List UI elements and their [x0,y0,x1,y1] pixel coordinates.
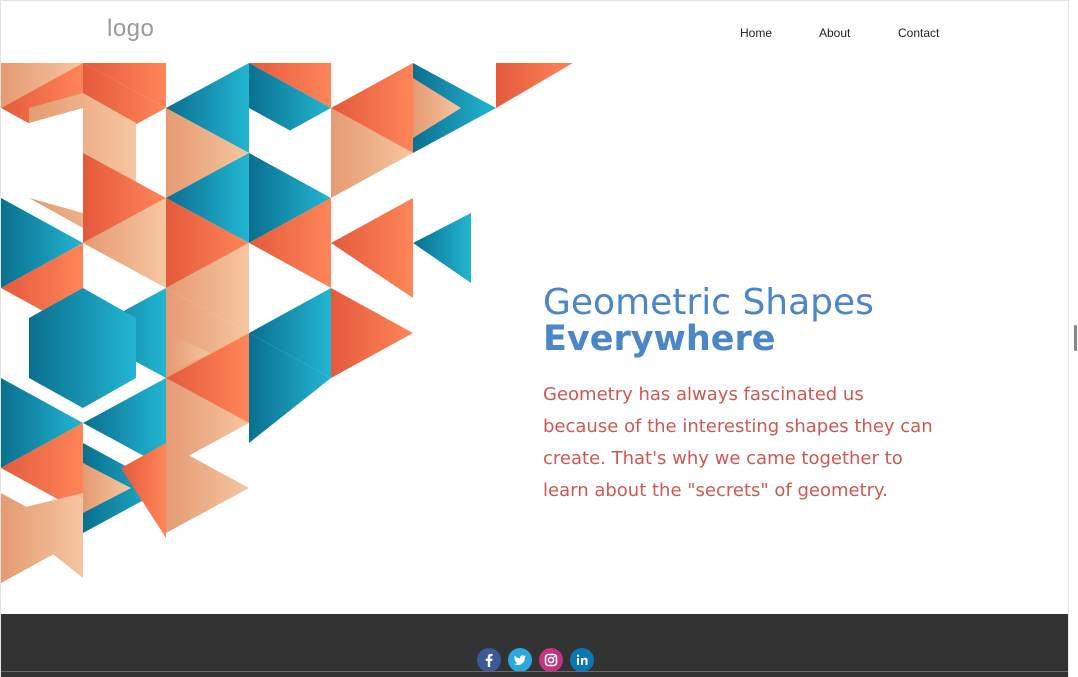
hero-title-line2: Everywhere [543,319,776,359]
page: logo Home About Contact Geometric Shapes… [0,0,1069,677]
footer-divider [1,671,1068,672]
twitter-icon[interactable] [508,648,532,672]
facebook-icon[interactable] [477,648,501,672]
site-footer [1,614,1068,677]
hero-title-line1: Geometric Shapes [543,282,874,323]
main-nav: Home About Contact [1,26,1068,46]
geometric-hero-illustration [1,63,573,583]
nav-about-link[interactable]: About [819,26,850,40]
nav-home-link[interactable]: Home [740,26,772,40]
scrollbar-thumb[interactable] [1074,325,1077,351]
instagram-icon[interactable] [539,648,563,672]
linkedin-icon[interactable] [570,648,594,672]
hero-paragraph: Geometry has always fascinated us becaus… [543,384,933,501]
nav-contact-link[interactable]: Contact [898,26,939,40]
site-header: logo Home About Contact [1,1,1068,63]
